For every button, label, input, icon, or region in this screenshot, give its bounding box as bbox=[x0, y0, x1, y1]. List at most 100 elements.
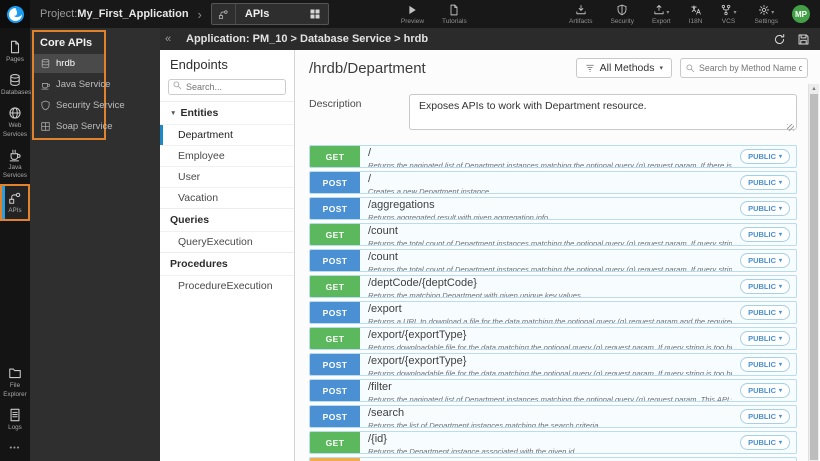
api-endpoint-row[interactable]: GET /export/{exportType} Returns downloa… bbox=[309, 327, 797, 350]
chevron-down-icon: ▾ bbox=[778, 284, 782, 290]
chevron-down-icon: ▾ bbox=[733, 10, 737, 16]
access-dropdown[interactable]: PUBLIC ▾ bbox=[740, 383, 790, 398]
sidebar-item-label: Pages bbox=[6, 56, 24, 63]
api-endpoint-row[interactable]: POST /filter Returns the paginated list … bbox=[309, 379, 797, 402]
sidebar-item-java-services[interactable]: Java Services bbox=[0, 143, 30, 184]
vertical-scrollbar[interactable]: ▲ bbox=[808, 84, 819, 461]
access-dropdown[interactable]: PUBLIC ▾ bbox=[740, 227, 790, 242]
sidebar-item-pages[interactable]: Pages bbox=[0, 35, 30, 68]
endpoint-item-procedureexecution[interactable]: ProcedureExecution bbox=[160, 275, 294, 296]
core-apis-highlight-box: Core APIs hrdb Java Service Security Ser… bbox=[32, 30, 125, 140]
api-endpoint-row[interactable]: POST /search Returns the list of Departm… bbox=[309, 405, 797, 428]
endpoint-item-department[interactable]: Department bbox=[160, 124, 294, 145]
topbar-action-label: VCS bbox=[721, 18, 736, 25]
rail-overflow-button[interactable]: ••• bbox=[0, 436, 30, 461]
api-endpoint-row[interactable]: GET /{id} Returns the Department instanc… bbox=[309, 431, 797, 454]
access-dropdown[interactable]: PUBLIC ▾ bbox=[740, 201, 790, 216]
topbar-action-security[interactable]: Security bbox=[610, 3, 634, 25]
section-header-procedures[interactable]: Procedures bbox=[160, 252, 294, 275]
topbar-action-settings[interactable]: ▾ Settings bbox=[755, 3, 778, 25]
api-endpoint-row[interactable]: POST / Creates a new Department instance… bbox=[309, 171, 797, 194]
service-item-label: hrdb bbox=[56, 58, 76, 69]
java-icon bbox=[8, 148, 22, 162]
sidebar-item-apis[interactable]: APIs bbox=[0, 184, 30, 222]
preview-button[interactable]: Preview bbox=[401, 3, 424, 25]
scrollbar-thumb[interactable] bbox=[810, 94, 818, 460]
access-dropdown[interactable]: PUBLIC ▾ bbox=[740, 357, 790, 372]
api-endpoint-row[interactable]: POST /export Returns a URL to download a… bbox=[309, 301, 797, 324]
section-header-entities[interactable]: ▼ Entities bbox=[160, 101, 294, 124]
service-item-hrdb[interactable]: hrdb bbox=[34, 54, 104, 73]
method-badge: GET bbox=[310, 432, 360, 453]
access-dropdown[interactable]: PUBLIC ▾ bbox=[740, 253, 790, 268]
save-icon[interactable] bbox=[797, 33, 810, 46]
description-textarea[interactable]: Exposes APIs to work with Department res… bbox=[409, 94, 797, 130]
sidebar-item-label: Databases bbox=[1, 89, 32, 97]
user-avatar[interactable]: MP bbox=[792, 5, 810, 23]
access-dropdown[interactable]: PUBLIC ▾ bbox=[740, 409, 790, 424]
chevron-down-icon: ▾ bbox=[778, 180, 782, 186]
endpoint-item-vacation[interactable]: Vacation bbox=[160, 187, 294, 208]
method-badge: GET bbox=[310, 276, 360, 297]
api-endpoint-row[interactable]: GET / Returns the paginated list of Depa… bbox=[309, 145, 797, 168]
settings-icon bbox=[758, 4, 770, 16]
grid-icon[interactable] bbox=[309, 8, 321, 20]
scroll-up-icon[interactable]: ▲ bbox=[809, 84, 819, 94]
api-endpoint-row[interactable]: POST /count Returns the total count of D… bbox=[309, 249, 797, 272]
topbar: Project:My_First_Application › APIs Prev… bbox=[0, 0, 820, 28]
endpoints-search-input[interactable] bbox=[168, 79, 286, 95]
api-endpoint-row[interactable]: GET /count Returns the total count of De… bbox=[309, 223, 797, 246]
service-item-security-service[interactable]: Security Service bbox=[34, 96, 125, 115]
endpoint-item-employee[interactable]: Employee bbox=[160, 145, 294, 166]
chevron-down-icon: ▾ bbox=[778, 258, 782, 264]
method-badge: POST bbox=[310, 172, 360, 193]
sidebar-item-web-services[interactable]: Web Services bbox=[0, 101, 30, 142]
api-endpoint-row-partial[interactable] bbox=[309, 457, 797, 461]
apis-icon bbox=[8, 191, 22, 205]
access-dropdown[interactable]: PUBLIC ▾ bbox=[740, 435, 790, 450]
collapse-panel-icon[interactable]: « bbox=[160, 33, 176, 45]
endpoint-description: Returns the paginated list of Department… bbox=[368, 394, 732, 402]
endpoint-item-user[interactable]: User bbox=[160, 166, 294, 187]
sidebar-item-file-explorer[interactable]: File Explorer bbox=[0, 361, 30, 402]
section-header-queries[interactable]: Queries bbox=[160, 208, 294, 231]
topbar-action-vcs[interactable]: ▾ VCS bbox=[720, 3, 737, 25]
endpoint-description: Returns the list of Department instances… bbox=[368, 420, 601, 428]
topbar-action-i18n[interactable]: I18N bbox=[689, 3, 702, 25]
methods-filter-dropdown[interactable]: All Methods ▾ bbox=[575, 58, 672, 78]
endpoint-path: / bbox=[368, 148, 372, 159]
method-badge: POST bbox=[310, 198, 360, 219]
search-icon bbox=[172, 80, 182, 90]
access-dropdown[interactable]: PUBLIC ▾ bbox=[740, 175, 790, 190]
access-dropdown[interactable]: PUBLIC ▾ bbox=[740, 331, 790, 346]
api-endpoint-row[interactable]: POST /aggregations Returns aggregated re… bbox=[309, 197, 797, 220]
sidebar-item-label: APIs bbox=[8, 207, 22, 215]
method-search bbox=[680, 58, 808, 78]
method-search-input[interactable] bbox=[680, 58, 808, 78]
description-row: Description Exposes APIs to work with De… bbox=[295, 86, 820, 135]
chevron-down-icon: ▾ bbox=[778, 232, 782, 238]
access-dropdown[interactable]: PUBLIC ▾ bbox=[740, 279, 790, 294]
refresh-icon[interactable] bbox=[773, 33, 786, 46]
endpoint-item-queryexecution[interactable]: QueryExecution bbox=[160, 231, 294, 252]
sidebar-item-databases[interactable]: Databases bbox=[0, 68, 32, 101]
api-endpoint-row[interactable]: POST /export/{exportType} Returns downlo… bbox=[309, 353, 797, 376]
service-item-soap-service[interactable]: Soap Service bbox=[34, 117, 113, 136]
pages-icon bbox=[8, 40, 22, 54]
api-endpoint-row[interactable]: GET /deptCode/{deptCode} Returns the mat… bbox=[309, 275, 797, 298]
wavemaker-logo[interactable] bbox=[0, 0, 30, 28]
endpoint-description: Returns aggregated result with given agg… bbox=[368, 212, 549, 220]
method-badge: POST bbox=[310, 380, 360, 401]
topbar-action-artifacts[interactable]: Artifacts bbox=[569, 3, 592, 25]
soap-icon bbox=[40, 121, 51, 132]
endpoint-path: /export/{exportType} bbox=[368, 330, 467, 341]
service-item-java-service[interactable]: Java Service bbox=[34, 75, 110, 94]
coffee-icon bbox=[40, 79, 51, 90]
topbar-action-export[interactable]: ▾ Export bbox=[652, 3, 671, 25]
access-dropdown[interactable]: PUBLIC ▾ bbox=[740, 305, 790, 320]
endpoint-description: Returns a URL to download a file for the… bbox=[368, 316, 732, 324]
access-dropdown[interactable]: PUBLIC ▾ bbox=[740, 149, 790, 164]
sidebar-item-logs[interactable]: Logs bbox=[0, 403, 30, 436]
tutorials-button[interactable]: Tutorials bbox=[442, 3, 467, 25]
tab-apis[interactable]: APIs bbox=[210, 3, 329, 25]
